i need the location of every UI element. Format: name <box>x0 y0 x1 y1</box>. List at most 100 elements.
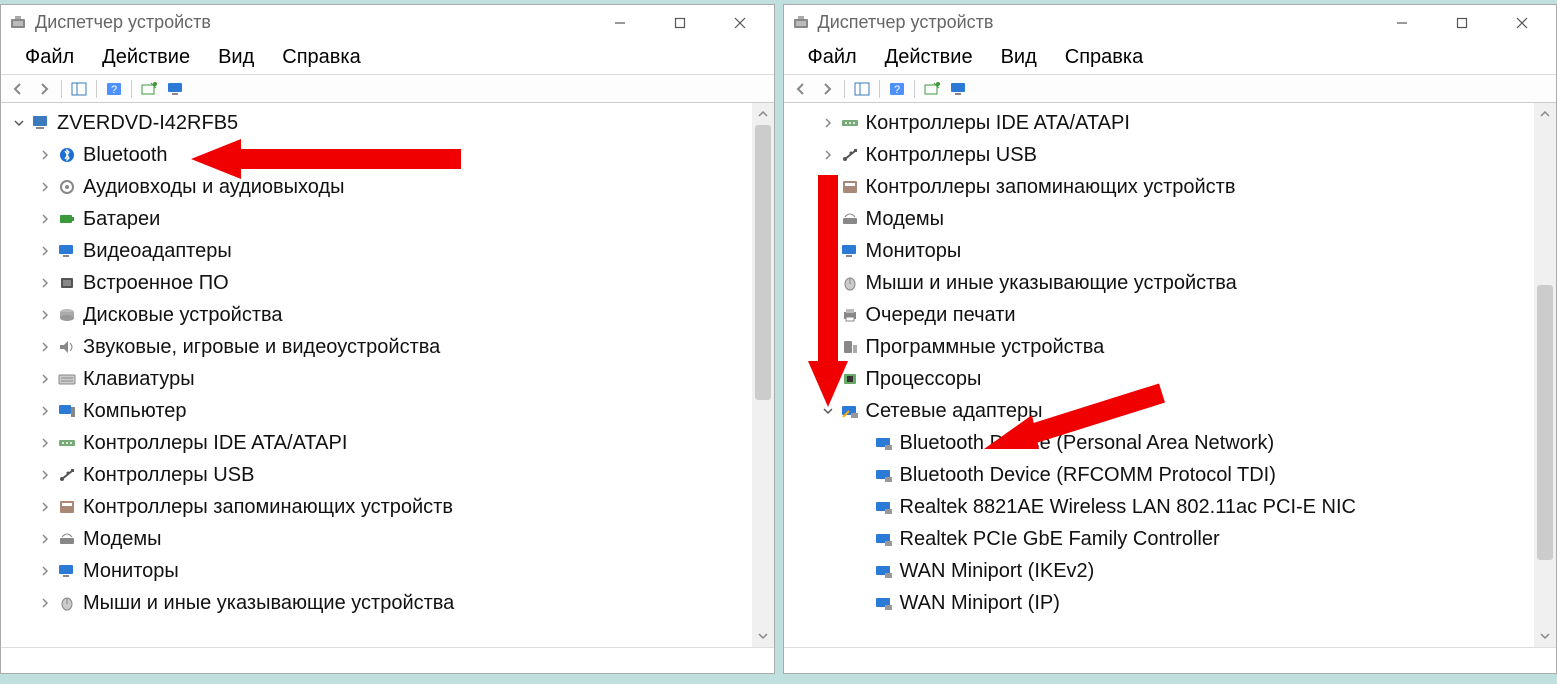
tree-subitem[interactable]: Bluetooth Device (Personal Area Network) <box>794 427 1535 459</box>
bluetooth-icon <box>57 145 77 165</box>
tree-subitem[interactable]: Bluetooth Device (RFCOMM Protocol TDI) <box>794 459 1535 491</box>
chevron-right-icon[interactable] <box>37 307 53 323</box>
tree-item[interactable]: Мыши и иные указывающие устройства <box>794 267 1535 299</box>
titlebar[interactable]: Диспетчер устройств <box>784 5 1557 41</box>
scroll-down-icon[interactable] <box>1534 625 1556 647</box>
monitor-button[interactable] <box>164 79 186 99</box>
menu-view[interactable]: Вид <box>204 42 268 73</box>
minimize-button[interactable] <box>1372 5 1432 41</box>
tree-subitem[interactable]: WAN Miniport (IKEv2) <box>794 555 1535 587</box>
chevron-right-icon[interactable] <box>37 211 53 227</box>
tree-item[interactable]: Мыши и иные указывающие устройства <box>11 587 752 619</box>
chevron-right-icon[interactable] <box>820 339 836 355</box>
scan-button[interactable] <box>138 79 160 99</box>
help-button[interactable]: ? <box>886 79 908 99</box>
back-button[interactable] <box>7 79 29 99</box>
usb-icon <box>57 465 77 485</box>
chevron-right-icon[interactable] <box>37 531 53 547</box>
chevron-right-icon[interactable] <box>820 275 836 291</box>
minimize-button[interactable] <box>590 5 650 41</box>
tree-item[interactable]: Контроллеры USB <box>794 139 1535 171</box>
chevron-right-icon[interactable] <box>37 339 53 355</box>
tree-item[interactable]: Контроллеры IDE ATA/ATAPI <box>794 107 1535 139</box>
forward-button[interactable] <box>816 79 838 99</box>
forward-button[interactable] <box>33 79 55 99</box>
scroll-up-icon[interactable] <box>752 103 774 125</box>
close-button[interactable] <box>1492 5 1552 41</box>
maximize-button[interactable] <box>1432 5 1492 41</box>
tree-item[interactable]: Батареи <box>11 203 752 235</box>
tree-item[interactable]: Модемы <box>11 523 752 555</box>
scroll-down-icon[interactable] <box>752 625 774 647</box>
adapter-icon <box>874 561 894 581</box>
menu-view[interactable]: Вид <box>987 42 1051 73</box>
chevron-right-icon[interactable] <box>37 275 53 291</box>
tree-item[interactable]: Аудиовходы и аудиовыходы <box>11 171 752 203</box>
show-hide-tree-button[interactable] <box>851 79 873 99</box>
show-hide-tree-button[interactable] <box>68 79 90 99</box>
vertical-scrollbar[interactable] <box>1534 103 1556 647</box>
monitor-button[interactable] <box>947 79 969 99</box>
chevron-right-icon[interactable] <box>37 243 53 259</box>
scan-button[interactable] <box>921 79 943 99</box>
chevron-right-icon[interactable] <box>820 211 836 227</box>
chevron-right-icon[interactable] <box>37 435 53 451</box>
tree-item[interactable]: Контроллеры запоминающих устройств <box>794 171 1535 203</box>
tree-item[interactable]: Видеоадаптеры <box>11 235 752 267</box>
device-tree[interactable]: Контроллеры IDE ATA/ATAPIКонтроллеры USB… <box>784 103 1535 647</box>
chevron-right-icon[interactable] <box>37 371 53 387</box>
tree-item[interactable]: Мониторы <box>11 555 752 587</box>
menu-file[interactable]: Файл <box>794 42 871 73</box>
chevron-right-icon[interactable] <box>820 243 836 259</box>
tree-subitem[interactable]: Realtek 8821AE Wireless LAN 802.11ac PCI… <box>794 491 1535 523</box>
chevron-right-icon[interactable] <box>820 371 836 387</box>
chevron-right-icon[interactable] <box>37 499 53 515</box>
close-button[interactable] <box>710 5 770 41</box>
chevron-right-icon[interactable] <box>820 147 836 163</box>
chevron-right-icon[interactable] <box>37 147 53 163</box>
chevron-right-icon[interactable] <box>820 307 836 323</box>
chevron-right-icon[interactable] <box>37 403 53 419</box>
chevron-right-icon[interactable] <box>37 595 53 611</box>
tree-item[interactable]: Сетевые адаптеры <box>794 395 1535 427</box>
tree-item[interactable]: Очереди печати <box>794 299 1535 331</box>
storage-icon <box>840 177 860 197</box>
scroll-up-icon[interactable] <box>1534 103 1556 125</box>
adapter-icon <box>874 497 894 517</box>
chevron-right-icon[interactable] <box>820 179 836 195</box>
vertical-scrollbar[interactable] <box>752 103 774 647</box>
tree-subitem[interactable]: WAN Miniport (IP) <box>794 587 1535 619</box>
menu-help[interactable]: Справка <box>1051 42 1157 73</box>
tree-item[interactable]: Bluetooth <box>11 139 752 171</box>
chevron-right-icon[interactable] <box>37 467 53 483</box>
adapter-icon <box>874 433 894 453</box>
chevron-right-icon[interactable] <box>37 179 53 195</box>
tree-root[interactable]: ZVERDVD-I42RFB5 <box>11 107 752 139</box>
chevron-down-icon[interactable] <box>820 403 836 419</box>
tree-item[interactable]: Модемы <box>794 203 1535 235</box>
tree-item[interactable]: Контроллеры USB <box>11 459 752 491</box>
tree-item[interactable]: Процессоры <box>794 363 1535 395</box>
help-button[interactable]: ? <box>103 79 125 99</box>
tree-item[interactable]: Контроллеры IDE ATA/ATAPI <box>11 427 752 459</box>
tree-item[interactable]: Встроенное ПО <box>11 267 752 299</box>
maximize-button[interactable] <box>650 5 710 41</box>
menu-action[interactable]: Действие <box>871 42 987 73</box>
tree-item[interactable]: Звуковые, игровые и видеоустройства <box>11 331 752 363</box>
menu-help[interactable]: Справка <box>268 42 374 73</box>
tree-item[interactable]: Мониторы <box>794 235 1535 267</box>
chevron-right-icon[interactable] <box>820 115 836 131</box>
back-button[interactable] <box>790 79 812 99</box>
tree-item[interactable]: Программные устройства <box>794 331 1535 363</box>
tree-item[interactable]: Контроллеры запоминающих устройств <box>11 491 752 523</box>
menu-file[interactable]: Файл <box>11 42 88 73</box>
tree-item[interactable]: Компьютер <box>11 395 752 427</box>
device-tree[interactable]: ZVERDVD-I42RFB5 BluetoothАудиовходы и ау… <box>1 103 752 647</box>
menu-action[interactable]: Действие <box>88 42 204 73</box>
tree-item[interactable]: Дисковые устройства <box>11 299 752 331</box>
titlebar[interactable]: Диспетчер устройств <box>1 5 774 41</box>
tree-item[interactable]: Клавиатуры <box>11 363 752 395</box>
tree-subitem[interactable]: Realtek PCIe GbE Family Controller <box>794 523 1535 555</box>
chevron-down-icon[interactable] <box>11 115 27 131</box>
chevron-right-icon[interactable] <box>37 563 53 579</box>
